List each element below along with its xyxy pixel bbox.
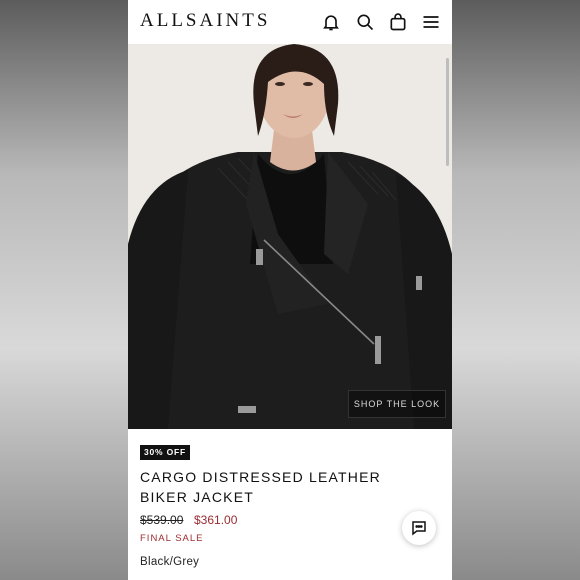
phone-screen: ALLSAINTS SHOP THE LOOK 30% OFF CARGO DI… — [128, 0, 452, 580]
chat-icon — [412, 521, 426, 536]
final-sale-label: FINAL SALE — [140, 533, 204, 544]
original-price: $539.00 — [140, 513, 184, 527]
product-color: Black/Grey — [140, 556, 200, 568]
product-image[interactable]: SHOP THE LOOK — [128, 44, 452, 429]
background-blur-right — [452, 0, 580, 580]
site-header: ALLSAINTS — [128, 0, 452, 44]
model-photo — [128, 44, 452, 429]
bell-icon[interactable] — [321, 12, 341, 32]
brand-logo[interactable]: ALLSAINTS — [140, 10, 270, 32]
product-info: 30% OFF CARGO DISTRESSED LEATHER BIKER J… — [128, 429, 452, 580]
menu-icon[interactable] — [421, 12, 441, 32]
background-blur-left — [0, 0, 128, 580]
bag-icon[interactable] — [388, 12, 408, 32]
shop-the-look-button[interactable]: SHOP THE LOOK — [348, 390, 446, 418]
scrollbar[interactable] — [446, 58, 449, 166]
product-title: CARGO DISTRESSED LEATHER BIKER JACKET — [140, 469, 381, 505]
sale-price: $361.00 — [194, 513, 238, 527]
chat-button[interactable] — [402, 511, 436, 545]
discount-badge: 30% OFF — [140, 445, 190, 460]
search-icon[interactable] — [355, 12, 375, 32]
